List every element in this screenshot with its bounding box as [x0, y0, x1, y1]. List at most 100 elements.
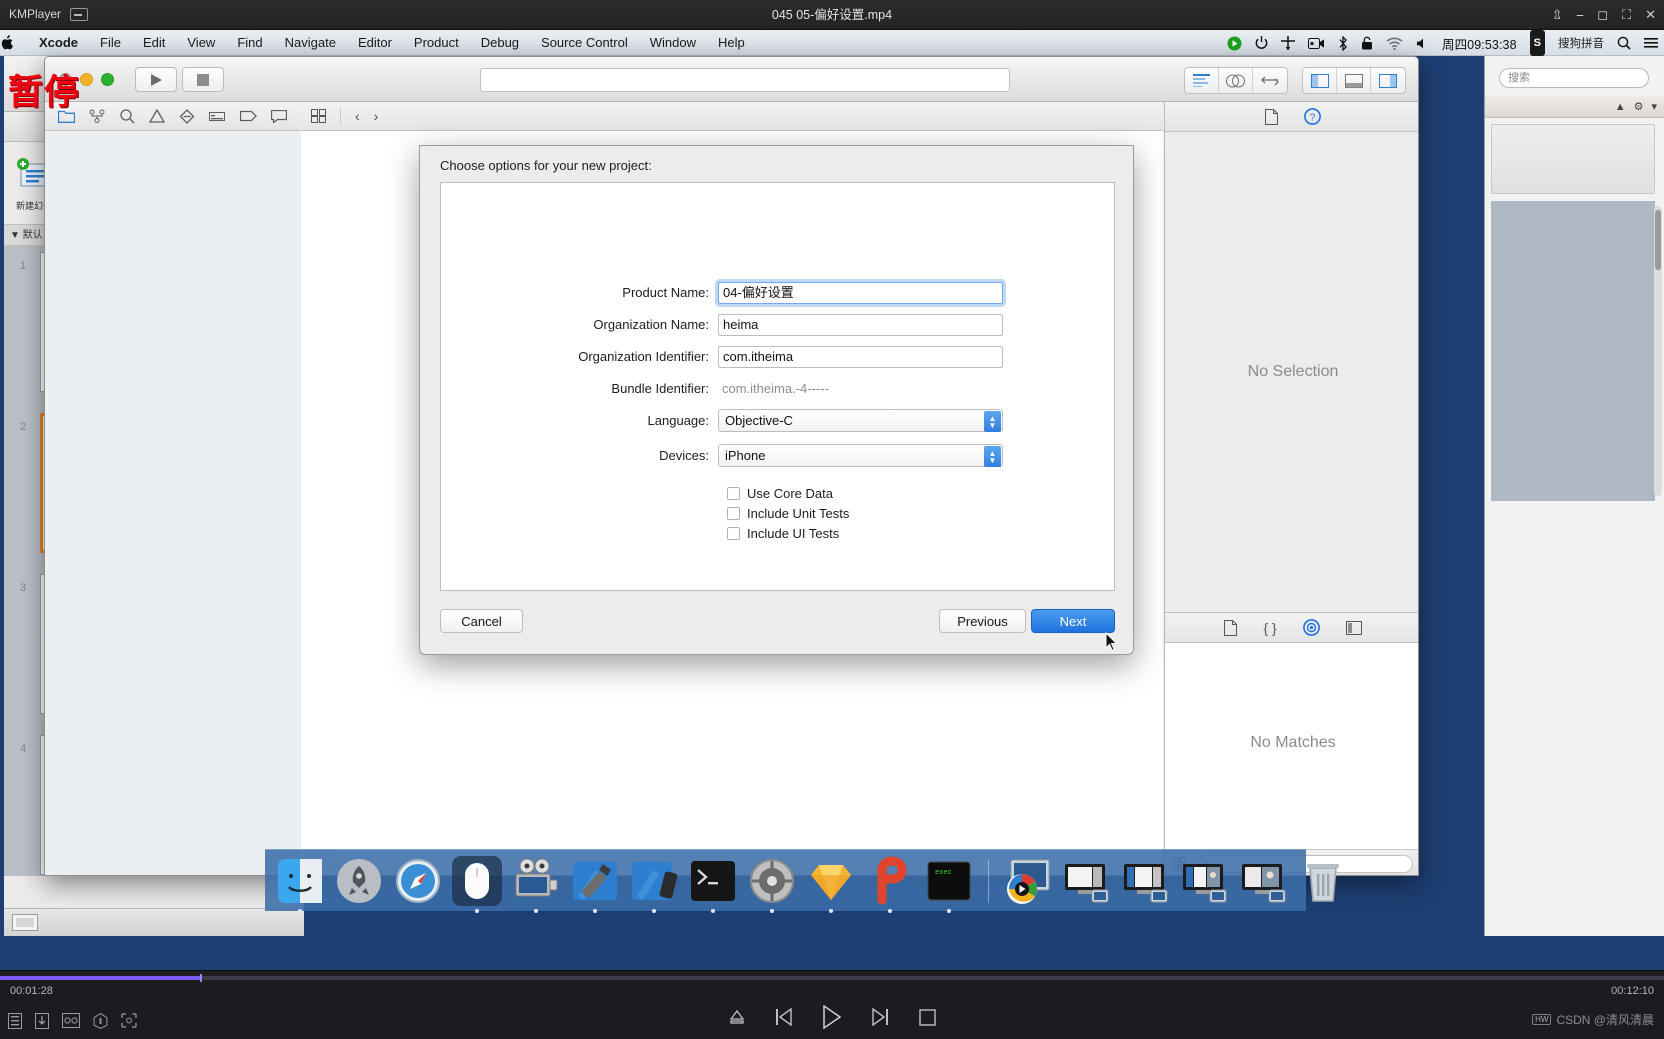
- menu-product[interactable]: Product: [403, 30, 470, 56]
- back-chevron-icon[interactable]: ‹: [355, 108, 360, 124]
- dock-item-finder[interactable]: [275, 856, 325, 913]
- related-files-icon[interactable]: [311, 109, 326, 123]
- seek-bar[interactable]: [0, 974, 1664, 982]
- bg-scrollbar[interactable]: [1654, 206, 1662, 496]
- report-navigator-icon[interactable]: [270, 109, 287, 123]
- dock-item-imovie[interactable]: [511, 856, 561, 913]
- menu-file[interactable]: File: [89, 30, 132, 56]
- editor-mode-segment[interactable]: [1184, 67, 1288, 94]
- utilities-toggle-icon[interactable]: [1371, 68, 1405, 93]
- navigator-content[interactable]: [45, 131, 300, 875]
- dock-item-exec-terminal[interactable]: exec: [924, 856, 974, 913]
- menu-source-control[interactable]: Source Control: [530, 30, 639, 56]
- notification-center-icon[interactable]: [1644, 30, 1658, 56]
- issue-navigator-icon[interactable]: [148, 109, 165, 123]
- dock-item-xcode-beta[interactable]: [629, 856, 679, 913]
- dock-item-screen-doc-1[interactable]: [1062, 856, 1112, 906]
- apple-logo-icon[interactable]: [0, 35, 28, 50]
- seek-handle[interactable]: [199, 974, 202, 982]
- menu-debug[interactable]: Debug: [470, 30, 530, 56]
- include-unit-tests-checkbox[interactable]: [727, 506, 740, 520]
- screen-record-icon[interactable]: [1227, 30, 1242, 56]
- file-inspector-icon[interactable]: [1265, 108, 1278, 125]
- zoom-window-button[interactable]: [101, 73, 114, 86]
- power-icon[interactable]: [1255, 30, 1268, 56]
- minimize-icon[interactable]: ⎯: [1577, 0, 1584, 30]
- source-control-navigator-icon[interactable]: [89, 109, 105, 123]
- menubar-clock[interactable]: 周四09:53:38: [1442, 30, 1517, 56]
- dock-item-paw[interactable]: [865, 855, 915, 913]
- play-icon[interactable]: [822, 1005, 842, 1029]
- dock-item-sketch[interactable]: [806, 856, 856, 913]
- menu-find[interactable]: Find: [226, 30, 273, 56]
- dock-item-system-preferences[interactable]: [747, 856, 797, 913]
- object-library-icon[interactable]: [1302, 619, 1320, 636]
- code-snippet-library-icon[interactable]: { }: [1263, 620, 1276, 636]
- view-toggle-segment[interactable]: [1302, 67, 1406, 94]
- input-method-badge[interactable]: S: [1529, 30, 1545, 56]
- file-template-library-icon[interactable]: [1224, 619, 1238, 636]
- next-button[interactable]: Next: [1031, 609, 1115, 633]
- dock-item-safari[interactable]: [393, 856, 443, 906]
- airdrop-icon[interactable]: [1280, 30, 1295, 56]
- menu-edit[interactable]: Edit: [132, 30, 176, 56]
- bg-search-field[interactable]: 搜索: [1499, 68, 1649, 88]
- cancel-button[interactable]: Cancel: [440, 609, 523, 633]
- fullscreen-icon[interactable]: ⛶: [1622, 0, 1631, 30]
- dock-item-xcode[interactable]: [570, 856, 620, 913]
- input-method-label[interactable]: 搜狗拼音: [1558, 30, 1604, 56]
- lock-icon[interactable]: [1361, 30, 1373, 56]
- menu-window[interactable]: Window: [639, 30, 707, 56]
- menu-help[interactable]: Help: [707, 30, 756, 56]
- checkbox-row-ui-tests[interactable]: Include UI Tests: [727, 523, 1116, 543]
- dock-item-terminal[interactable]: [688, 856, 738, 913]
- checkbox-row-core-data[interactable]: Use Core Data: [727, 483, 1116, 503]
- checkbox-row-unit-tests[interactable]: Include Unit Tests: [727, 503, 1116, 523]
- run-button[interactable]: [135, 67, 177, 92]
- dock-item-screen-doc-4[interactable]: [1239, 856, 1289, 906]
- maximize-icon[interactable]: ◻: [1597, 0, 1608, 30]
- stop-icon[interactable]: [918, 1008, 936, 1026]
- scheme-status-field[interactable]: [480, 68, 1010, 92]
- close-icon[interactable]: ✕: [1645, 0, 1656, 30]
- minimize-window-button[interactable]: [80, 73, 93, 86]
- dock-item-mouse-app[interactable]: [452, 855, 502, 913]
- wifi-icon[interactable]: [1386, 30, 1403, 56]
- previous-icon[interactable]: [775, 1008, 792, 1026]
- next-icon[interactable]: [871, 1008, 889, 1026]
- version-editor-icon[interactable]: [1253, 68, 1287, 93]
- bluetooth-icon[interactable]: [1338, 30, 1348, 56]
- collapse-chevron-icon[interactable]: ▲: [1615, 101, 1626, 113]
- find-navigator-icon[interactable]: [119, 108, 135, 124]
- forward-chevron-icon[interactable]: ›: [374, 108, 379, 124]
- menu-navigate[interactable]: Navigate: [274, 30, 347, 56]
- devices-popup-button[interactable]: iPhone ▲ ▼: [718, 444, 1003, 467]
- dock-item-launchpad[interactable]: [334, 856, 384, 906]
- menu-xcode[interactable]: Xcode: [28, 30, 89, 56]
- media-library-icon[interactable]: [1345, 620, 1362, 635]
- breakpoint-navigator-icon[interactable]: [239, 110, 257, 122]
- dock-item-kmplayer[interactable]: [1003, 856, 1053, 906]
- eject-icon[interactable]: [729, 1009, 745, 1025]
- cast-icon[interactable]: ⇫: [1552, 0, 1563, 30]
- organization-name-input[interactable]: heima: [718, 313, 1003, 336]
- test-navigator-icon[interactable]: [179, 108, 195, 124]
- video-camera-icon[interactable]: [1307, 30, 1325, 56]
- volume-icon[interactable]: [1416, 30, 1429, 56]
- include-ui-tests-checkbox[interactable]: [727, 526, 740, 540]
- debug-area-toggle-icon[interactable]: [1337, 68, 1371, 93]
- language-popup-button[interactable]: Objective-C ▲ ▼: [718, 409, 1003, 432]
- dock-item-trash[interactable]: [1298, 856, 1348, 906]
- chevron-down-icon[interactable]: ▾: [1651, 100, 1657, 113]
- standard-editor-icon[interactable]: [1185, 68, 1219, 93]
- debug-navigator-icon[interactable]: [209, 110, 226, 123]
- dock-item-screen-doc-3[interactable]: [1180, 856, 1230, 906]
- assistant-editor-icon[interactable]: [1219, 68, 1253, 93]
- menu-view[interactable]: View: [176, 30, 226, 56]
- dock-item-screen-doc-2[interactable]: [1121, 856, 1171, 906]
- menu-editor[interactable]: Editor: [347, 30, 403, 56]
- quick-help-inspector-icon[interactable]: ?: [1304, 108, 1321, 125]
- organization-identifier-input[interactable]: com.itheima: [718, 345, 1003, 368]
- use-core-data-checkbox[interactable]: [727, 486, 740, 500]
- gear-icon[interactable]: ⚙: [1634, 100, 1644, 113]
